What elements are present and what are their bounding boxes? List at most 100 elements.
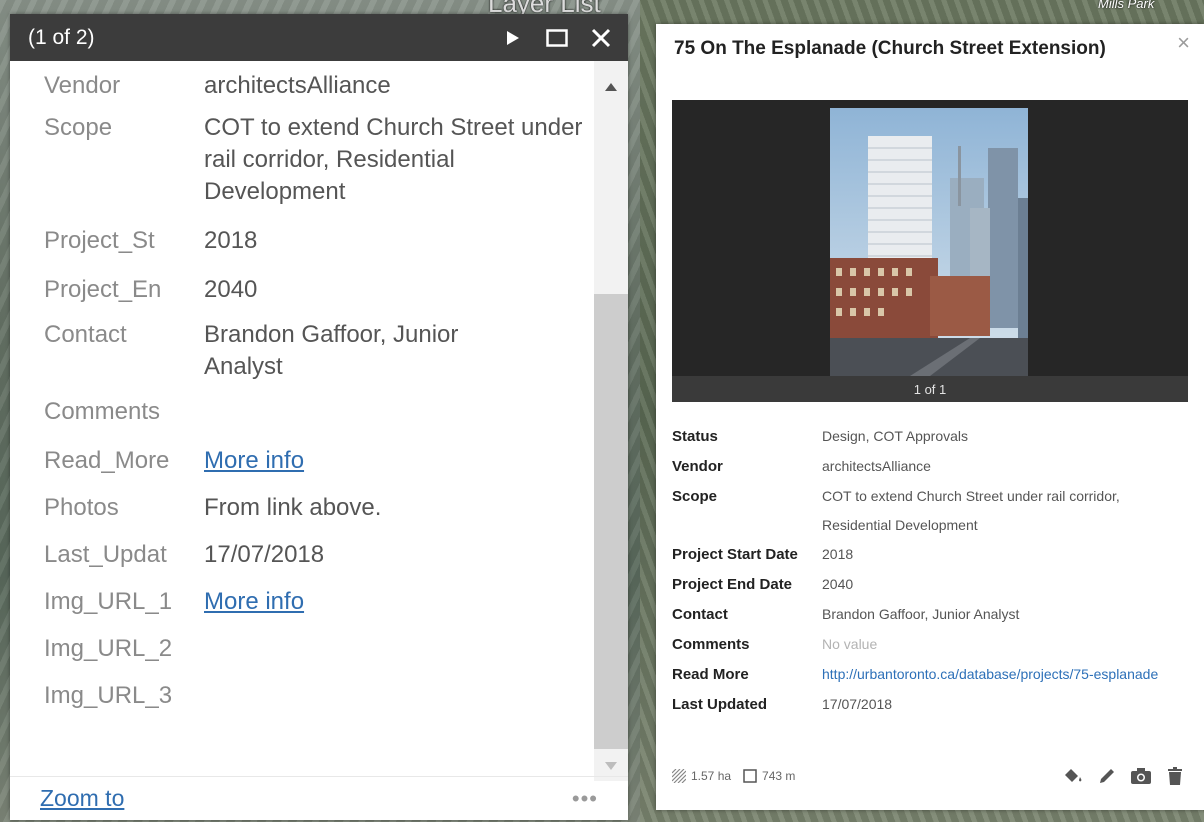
close-button[interactable]: × <box>1177 30 1190 56</box>
attribute-key: Read_More <box>44 447 170 474</box>
attribute-value: COT to extend Church Street under rail c… <box>822 488 1120 533</box>
attribute-row: Vendor architectsAlliance <box>672 452 1192 482</box>
left-popup: (1 of 2) Vendor architectsAlliance Scope… <box>10 14 628 820</box>
attribute-row: Contact Brandon Gaffoor, Junior Analyst <box>672 600 1192 630</box>
read-more-link[interactable]: More info <box>204 445 584 477</box>
popup-footer: Zoom to ••• <box>10 776 628 820</box>
attribute-row: Read_More More info <box>10 445 594 477</box>
attribute-key: Project End Date <box>672 576 793 593</box>
attribute-row: Project Start Date 2018 <box>672 540 1192 570</box>
attribute-row: Scope COT to extend Church Street under … <box>672 482 1192 540</box>
attribute-value: 17/07/2018 <box>822 696 893 712</box>
attribute-key: Comments <box>672 636 750 653</box>
attribute-row: Photos From link above. <box>10 492 594 524</box>
attribute-key: Last Updated <box>672 696 768 713</box>
popup-title: 75 On The Esplanade (Church Street Exten… <box>674 38 1106 59</box>
maximize-icon <box>546 28 568 47</box>
read-more-link[interactable]: http://urbantoronto.ca/database/projects… <box>822 660 1167 689</box>
attribute-row: Comments <box>10 396 594 428</box>
attribute-key: Project_En <box>44 276 162 303</box>
maximize-button[interactable] <box>540 23 574 53</box>
attribute-row: Scope COT to extend Church Street under … <box>10 112 594 208</box>
close-icon: × <box>1177 30 1190 55</box>
attribute-value: 2018 <box>822 546 854 562</box>
attribute-key: Contact <box>672 606 728 623</box>
attribute-key: Contact <box>44 321 127 348</box>
attribute-value: 17/07/2018 <box>204 541 325 568</box>
zoom-to-link[interactable]: Zoom to <box>40 785 572 812</box>
media-viewer[interactable]: 1 of 1 <box>672 100 1188 402</box>
building-photo[interactable] <box>830 108 1028 376</box>
attribute-row: Img_URL_2 <box>10 633 594 665</box>
perimeter-value: 743 m <box>762 769 796 783</box>
feature-tools <box>1056 763 1192 789</box>
delete-button[interactable] <box>1158 763 1192 789</box>
pencil-icon <box>1100 769 1114 783</box>
attribute-key: Vendor <box>672 458 723 475</box>
attribute-row: Contact Brandon Gaffoor, Junior Analyst <box>10 319 594 383</box>
hatched-area-icon <box>672 769 686 783</box>
attribute-row: Img_URL_1 More info <box>10 586 594 618</box>
edit-button[interactable] <box>1090 763 1124 789</box>
scrollbar-thumb[interactable] <box>594 294 628 749</box>
attribute-key: Scope <box>44 114 113 141</box>
right-popup: 75 On The Esplanade (Church Street Exten… <box>656 24 1204 810</box>
triangle-down-icon <box>605 762 617 770</box>
square-outline-icon <box>743 769 757 783</box>
attribute-value: 2040 <box>822 576 854 592</box>
perimeter-measure: 743 m <box>743 769 795 783</box>
paint-bucket-icon <box>1065 769 1082 782</box>
attribute-row: Read More http://urbantoronto.ca/databas… <box>672 660 1192 690</box>
scrollbar[interactable] <box>594 61 628 781</box>
attribute-key: Scope <box>672 488 718 505</box>
popup-attributes: Vendor architectsAlliance Scope COT to e… <box>10 61 594 773</box>
attribute-key: Read More <box>672 666 749 683</box>
media-pager: 1 of 1 <box>672 376 1188 402</box>
triangle-up-icon <box>605 83 617 91</box>
attribute-key: Project_St <box>44 227 155 254</box>
attribute-value: No value <box>822 636 878 652</box>
more-actions-button[interactable]: ••• <box>572 786 598 812</box>
attribute-key: Project Start Date <box>672 546 798 563</box>
camera-icon <box>1131 768 1151 784</box>
close-icon <box>591 28 611 47</box>
trash-icon <box>1168 767 1182 785</box>
attribute-row: Last_Updat 17/07/2018 <box>10 539 594 571</box>
attribute-value: Brandon Gaffoor, Junior Analyst <box>204 321 459 380</box>
popup-footer: 1.57 ha 743 m <box>672 762 1192 790</box>
attribute-row: Last Updated 17/07/2018 <box>672 690 1192 720</box>
attribute-value: Design, COT Approvals <box>822 428 969 444</box>
attribute-value: 2018 <box>204 227 258 254</box>
play-icon <box>507 30 519 45</box>
attribute-row: Comments No value <box>672 630 1192 660</box>
scroll-up-button[interactable] <box>594 61 628 113</box>
attribute-key: Status <box>672 428 718 445</box>
attribute-value: Brandon Gaffoor, Junior Analyst <box>822 606 1020 622</box>
camera-button[interactable] <box>1124 763 1158 789</box>
area-value: 1.57 ha <box>691 769 732 783</box>
attribute-key: Last_Updat <box>44 541 167 568</box>
attribute-key: Vendor <box>44 72 121 99</box>
feature-count: (1 of 2) <box>28 25 95 49</box>
attribute-value: architectsAlliance <box>204 72 391 99</box>
map-label-mills-park: Mills Park <box>1098 0 1155 11</box>
image-url-link[interactable]: More info <box>204 586 584 618</box>
attribute-key: Img_URL_3 <box>44 682 173 709</box>
attribute-key: Comments <box>44 398 161 425</box>
attribute-value: 2040 <box>204 276 258 303</box>
attribute-value: COT to extend Church Street under rail c… <box>204 114 583 205</box>
popup-header: (1 of 2) <box>10 14 628 61</box>
attribute-key: Photos <box>44 494 119 521</box>
attribute-key: Img_URL_1 <box>44 588 173 615</box>
close-button[interactable] <box>584 23 618 53</box>
style-button[interactable] <box>1056 763 1090 789</box>
next-feature-button[interactable] <box>496 23 530 53</box>
attribute-value: architectsAlliance <box>822 458 931 474</box>
attribute-row: Img_URL_3 <box>10 680 594 712</box>
attribute-value: From link above. <box>204 494 382 521</box>
area-measure: 1.57 ha <box>672 769 731 783</box>
attribute-key: Img_URL_2 <box>44 635 173 662</box>
attribute-row: Vendor architectsAlliance <box>10 70 594 102</box>
attribute-row: Status Design, COT Approvals <box>672 422 1192 452</box>
attribute-table: Status Design, COT Approvals Vendor arch… <box>672 422 1192 720</box>
